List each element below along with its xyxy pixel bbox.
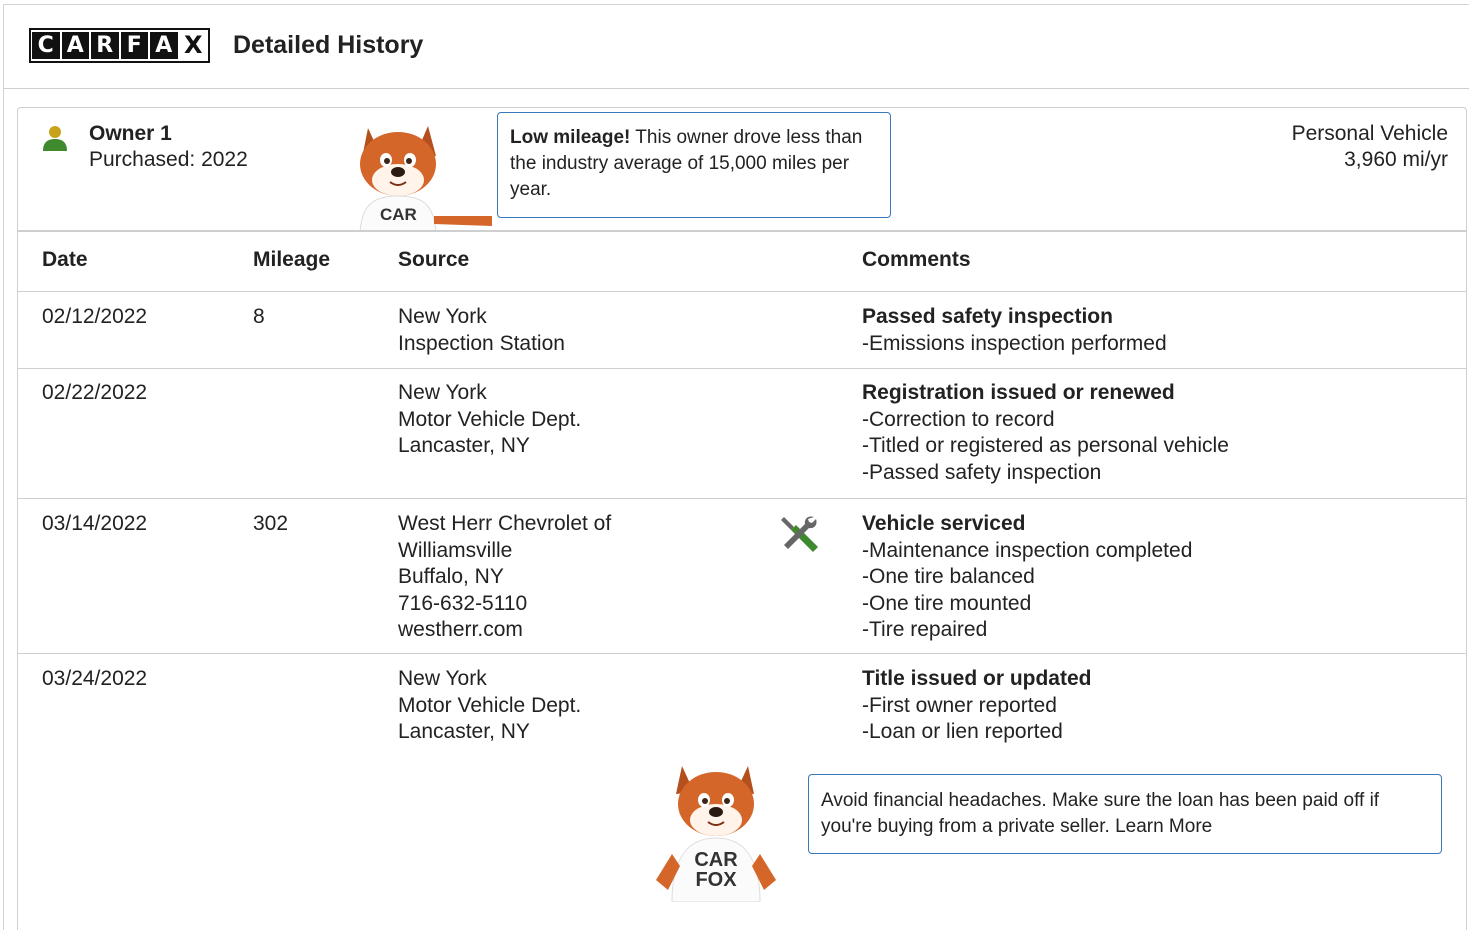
- comment-line: Emissions inspection performed: [862, 331, 1167, 358]
- page-title: Detailed History: [233, 31, 424, 59]
- row-date: 03/24/2022: [42, 667, 148, 690]
- source-line: Williamsville: [398, 538, 513, 562]
- source-line: New York: [398, 667, 487, 690]
- owner-name: Owner 1: [89, 122, 172, 145]
- row-comments: Passed safety inspection Emissions inspe…: [862, 304, 1167, 357]
- report-frame: C A R F A X Detailed History Owner 1 Pur…: [3, 4, 1469, 930]
- row-source: West Herr Chevrolet of Williamsville Buf…: [398, 511, 611, 644]
- report-header: C A R F A X Detailed History: [4, 5, 1469, 89]
- carfox-mascot-icon: CAR: [359, 126, 492, 232]
- service-tools-icon: [781, 516, 818, 552]
- source-line: Lancaster, NY: [398, 434, 530, 457]
- comment-line: Loan or lien reported: [862, 719, 1091, 746]
- carfax-logo: C A R F A X: [29, 28, 210, 63]
- mascot-shirt-text: FOX: [695, 869, 737, 891]
- source-line: West Herr Chevrolet of: [398, 512, 612, 535]
- callout-text: Avoid financial headaches. Make sure the…: [821, 790, 1380, 837]
- table-row: 03/14/2022 302 West Herr Chevrolet of Wi…: [18, 499, 1466, 654]
- vehicle-use-type: Personal Vehicle: [1291, 122, 1448, 145]
- source-line: Lancaster, NY: [398, 720, 530, 743]
- miles-per-year: 3,960 mi/yr: [1344, 148, 1448, 171]
- source-line: New York: [398, 305, 487, 328]
- row-date: 02/22/2022: [42, 381, 148, 404]
- logo-letter: A: [61, 32, 89, 59]
- table-row: 02/12/2022 8 New York Inspection Station…: [18, 292, 1466, 369]
- date-column-header: Date: [42, 248, 88, 271]
- table-row: 02/22/2022 New York Motor Vehicle Dept. …: [18, 369, 1466, 499]
- logo-letter: C: [32, 32, 60, 59]
- comment-line: Maintenance inspection completed: [862, 538, 1192, 565]
- low-mileage-callout: Low mileage! This owner drove less than …: [497, 112, 891, 218]
- row-date: 02/12/2022: [42, 305, 148, 328]
- loan-advice-callout: Avoid financial headaches. Make sure the…: [808, 774, 1442, 854]
- learn-more-link[interactable]: Learn More: [1115, 816, 1212, 837]
- comment-line: One tire balanced: [862, 564, 1192, 591]
- comment-title: Title issued or updated: [862, 667, 1092, 690]
- comment-line: First owner reported: [862, 693, 1091, 720]
- comment-title: Vehicle serviced: [862, 512, 1026, 535]
- owner-history-panel: Owner 1 Purchased: 2022 CAR Low mileage!…: [17, 107, 1467, 930]
- row-source: New York Motor Vehicle Dept. Lancaster, …: [398, 666, 581, 746]
- logo-letter: A: [150, 32, 178, 59]
- source-line: 716-632-5110: [398, 591, 528, 615]
- person-icon: [43, 126, 67, 151]
- source-line: Motor Vehicle Dept.: [398, 407, 582, 431]
- source-line: New York: [398, 381, 487, 404]
- logo-letter: R: [91, 32, 119, 59]
- row-comments: Title issued or updated First owner repo…: [862, 666, 1091, 746]
- row-mileage: 8: [253, 305, 265, 328]
- comment-line: Titled or registered as personal vehicle: [862, 433, 1229, 460]
- logo-letter: F: [120, 32, 148, 59]
- row-comments: Registration issued or renewed Correctio…: [862, 380, 1229, 486]
- row-source: New York Motor Vehicle Dept. Lancaster, …: [398, 380, 581, 460]
- row-mileage: 302: [253, 512, 289, 535]
- comment-line: Correction to record: [862, 407, 1229, 434]
- callout-bold-text: Low mileage!: [510, 127, 631, 148]
- owner-purchased-year: Purchased: 2022: [89, 148, 248, 171]
- source-website-link[interactable]: westherr.com: [398, 617, 611, 644]
- history-table-header: Date Mileage Source Comments: [18, 230, 1466, 292]
- mileage-column-header: Mileage: [253, 248, 331, 271]
- row-comments: Vehicle serviced Maintenance inspection …: [862, 511, 1192, 644]
- mascot-shirt-text: CAR: [380, 205, 417, 224]
- source-column-header: Source: [398, 248, 470, 271]
- mascot-shirt-text: CAR: [694, 849, 738, 871]
- logo-letter: X: [179, 31, 207, 59]
- source-line: Buffalo, NY: [398, 565, 504, 588]
- comment-line: One tire mounted: [862, 591, 1192, 618]
- comment-title: Passed safety inspection: [862, 305, 1113, 328]
- comment-line: Tire repaired: [862, 617, 1192, 644]
- comment-line: Passed safety inspection: [862, 460, 1229, 487]
- row-date: 03/14/2022: [42, 512, 148, 535]
- carfox-mascot-icon: CAR FOX: [656, 766, 776, 902]
- comments-column-header: Comments: [862, 248, 971, 271]
- source-line: Motor Vehicle Dept.: [398, 693, 582, 717]
- row-source: New York Inspection Station: [398, 304, 565, 357]
- comment-title: Registration issued or renewed: [862, 381, 1175, 404]
- source-line: Inspection Station: [398, 331, 565, 355]
